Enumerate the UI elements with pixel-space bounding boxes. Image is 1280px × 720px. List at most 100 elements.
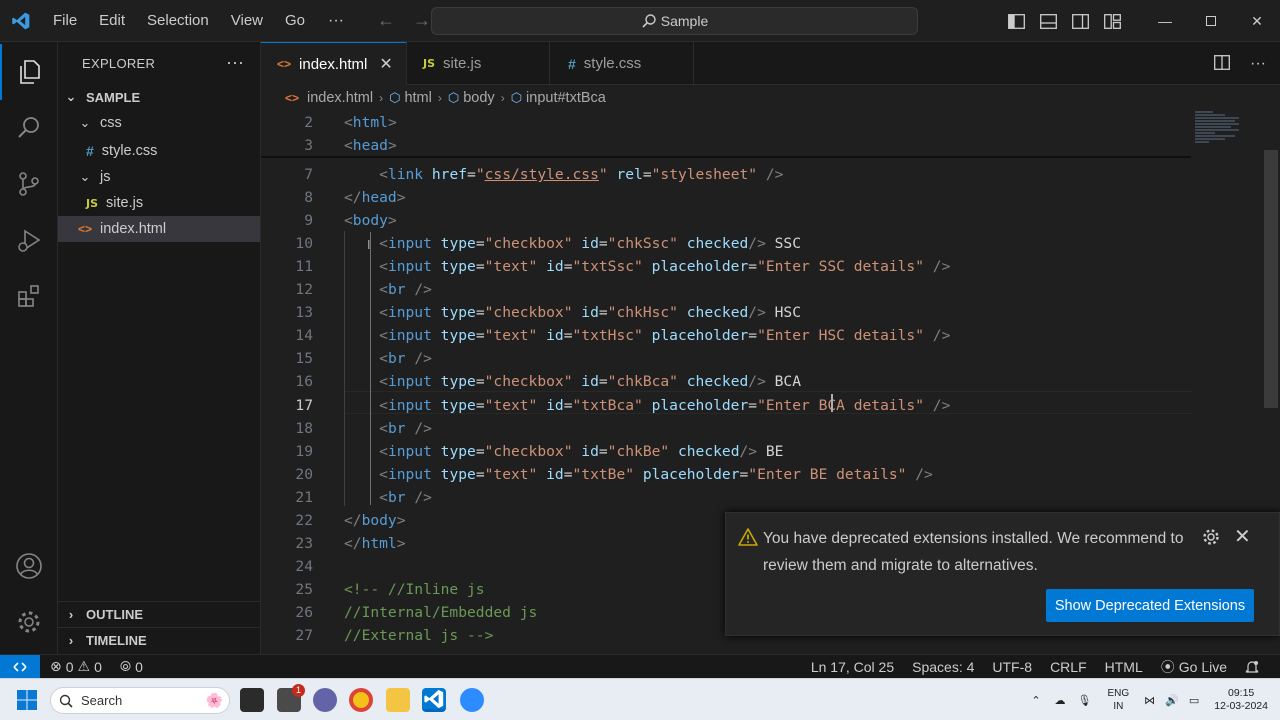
network-icon[interactable]: ☁	[1055, 694, 1066, 707]
windows-taskbar: Search 🌸 1 ⌃ ☁ 🎙 ENG IN ⋈ 🔊 ▭ 09:15 12-0…	[0, 678, 1280, 720]
breadcrumb-item[interactable]: input#txtBca	[526, 90, 606, 106]
code-line[interactable]: 11 <input type="text" id="txtSsc" placeh…	[261, 255, 1191, 278]
explorer-icon[interactable]	[0, 44, 58, 100]
microphone-icon[interactable]: 🎙	[1078, 694, 1092, 707]
editor-more-icon[interactable]: ···	[1250, 55, 1266, 73]
manage-gear-icon[interactable]	[0, 594, 58, 650]
code-line[interactable]: 13 <input type="checkbox" id="chkHsc" ch…	[261, 301, 1191, 324]
close-tab-icon[interactable]: ✕	[379, 54, 392, 74]
line-number: 12	[295, 281, 313, 299]
menu-file[interactable]: File	[42, 0, 88, 42]
clock[interactable]: 09:15 12-03-2024	[1214, 687, 1268, 713]
maximize-window-icon[interactable]	[1188, 0, 1234, 42]
tree-file-index-html[interactable]: <> index.html	[58, 216, 260, 242]
chevron-right-icon: ›	[68, 607, 74, 622]
remote-indicator-icon[interactable]	[0, 654, 40, 679]
chevron-up-icon[interactable]: ⌃	[1031, 694, 1040, 707]
code-line[interactable]: 8 </head>	[261, 186, 1191, 209]
tree-file-site-js[interactable]: JS site.js	[58, 190, 260, 216]
back-arrow-icon[interactable]: ←	[368, 10, 404, 31]
source-control-icon[interactable]	[0, 156, 58, 212]
command-center-search[interactable]: Sample	[431, 7, 918, 35]
menu-view[interactable]: View	[220, 0, 274, 42]
toggle-secondary-sidebar-icon[interactable]	[1064, 0, 1096, 42]
app-icon[interactable]: 1	[277, 684, 305, 712]
code-token: =	[475, 465, 485, 483]
code-line[interactable]: 3 <head>	[261, 134, 1191, 157]
chat-app-icon[interactable]	[313, 688, 337, 712]
eol-status[interactable]: CRLF	[1041, 659, 1096, 675]
problems-indicator[interactable]: ⊗ 0 ⚠ 0	[40, 658, 111, 675]
tree-folder-css[interactable]: ⌄ css	[58, 110, 260, 136]
toggle-panel-icon[interactable]	[1032, 0, 1064, 42]
minimize-window-icon[interactable]: —	[1142, 0, 1188, 42]
battery-icon[interactable]: ▭	[1189, 694, 1199, 707]
volume-icon[interactable]: 🔊	[1165, 694, 1179, 707]
code-line[interactable]: 12 <br />	[261, 278, 1191, 301]
account-icon[interactable]	[0, 538, 58, 594]
extensions-icon[interactable]	[0, 268, 58, 324]
menu-selection[interactable]: Selection	[136, 0, 220, 42]
menu-edit[interactable]: Edit	[88, 0, 136, 42]
customize-layout-icon[interactable]	[1096, 0, 1128, 42]
code-line[interactable]: 18 <br />	[261, 417, 1191, 440]
zoom-icon[interactable]	[460, 688, 484, 712]
go-live-label: Go Live	[1178, 659, 1227, 675]
notification-settings-gear-icon[interactable]	[1201, 527, 1221, 550]
chrome-icon[interactable]	[349, 688, 373, 712]
close-window-icon[interactable]: ✕	[1234, 0, 1280, 42]
code-line[interactable]: 15 <br />	[261, 347, 1191, 370]
vertical-scrollbar[interactable]	[1264, 150, 1278, 408]
ports-indicator[interactable]: ⦾ 0	[111, 658, 152, 675]
code-token: "Enter HSC details"	[757, 327, 924, 345]
indentation-status[interactable]: Spaces: 4	[903, 659, 983, 675]
minimap[interactable]	[1195, 111, 1255, 151]
task-view-icon[interactable]	[240, 688, 264, 712]
code-line[interactable]: 10 <input type="checkbox" id="chkSsc" ch…	[261, 232, 1191, 255]
code-line[interactable]: 2 <html>	[261, 111, 1191, 134]
split-editor-icon[interactable]	[1214, 54, 1230, 73]
explorer-more-button[interactable]: ···	[226, 52, 244, 73]
breadcrumb-item[interactable]: html	[404, 90, 431, 106]
timeline-section[interactable]: › TIMELINE	[58, 627, 260, 653]
tree-file-style-css[interactable]: # style.css	[58, 138, 260, 164]
outline-section[interactable]: › OUTLINE	[58, 601, 260, 627]
line-code: <input type="text" id="txtHsc" placehold…	[344, 324, 950, 347]
code-token: SSC	[765, 235, 802, 253]
breadcrumb-item[interactable]: index.html	[307, 90, 373, 106]
menu-more-button[interactable]: ···	[316, 12, 356, 30]
code-line[interactable]: 19 <input type="checkbox" id="chkBe" che…	[261, 440, 1191, 463]
code-line[interactable]: 21 <br />	[261, 486, 1191, 509]
code-line[interactable]: 16 <input type="checkbox" id="chkBca" ch…	[261, 370, 1191, 393]
menu-go[interactable]: Go	[274, 0, 316, 42]
run-debug-icon[interactable]	[0, 212, 58, 268]
tab-style-css[interactable]: # style.css	[550, 42, 694, 85]
cursor-position[interactable]: Ln 17, Col 25	[802, 659, 903, 675]
taskbar-search-box[interactable]: Search 🌸	[50, 687, 230, 714]
file-explorer-icon[interactable]	[386, 688, 410, 712]
show-deprecated-extensions-button[interactable]: Show Deprecated Extensions	[1046, 589, 1254, 622]
tab-index-html[interactable]: <> index.html ✕	[261, 42, 407, 85]
notification-close-icon[interactable]: ✕	[1234, 524, 1251, 549]
vscode-taskbar-icon[interactable]	[422, 688, 446, 712]
tree-folder-js[interactable]: ⌄ js	[58, 164, 260, 190]
tab-site-js[interactable]: JS site.js	[407, 42, 550, 85]
code-line[interactable]: 20 <input type="text" id="txtBe" placeho…	[261, 463, 1191, 486]
language-mode[interactable]: HTML	[1096, 659, 1152, 675]
search-view-icon[interactable]	[0, 100, 58, 156]
toggle-sidebar-icon[interactable]	[1000, 0, 1032, 42]
wifi-icon[interactable]: ⋈	[1144, 694, 1155, 707]
code-line[interactable]: 17 <input type="text" id="txtBca" placeh…	[261, 394, 1191, 417]
go-live-button[interactable]: ⦿ Go Live	[1152, 657, 1236, 677]
notifications-bell-icon[interactable]	[1236, 660, 1268, 675]
encoding-status[interactable]: UTF-8	[983, 659, 1041, 675]
tree-file-label: site.js	[106, 195, 144, 211]
breadcrumb-item[interactable]: body	[463, 90, 494, 106]
windows-start-icon[interactable]	[16, 689, 38, 711]
error-count: 0	[65, 658, 74, 675]
language-indicator[interactable]: ENG IN	[1108, 687, 1130, 713]
code-line[interactable]: 14 <input type="text" id="txtHsc" placeh…	[261, 324, 1191, 347]
code-line[interactable]: 7 <link href="css/style.css" rel="styles…	[261, 163, 1191, 186]
code-line[interactable]: 9 <body>	[261, 209, 1191, 232]
workspace-root[interactable]: ⌄ SAMPLE	[58, 84, 260, 110]
